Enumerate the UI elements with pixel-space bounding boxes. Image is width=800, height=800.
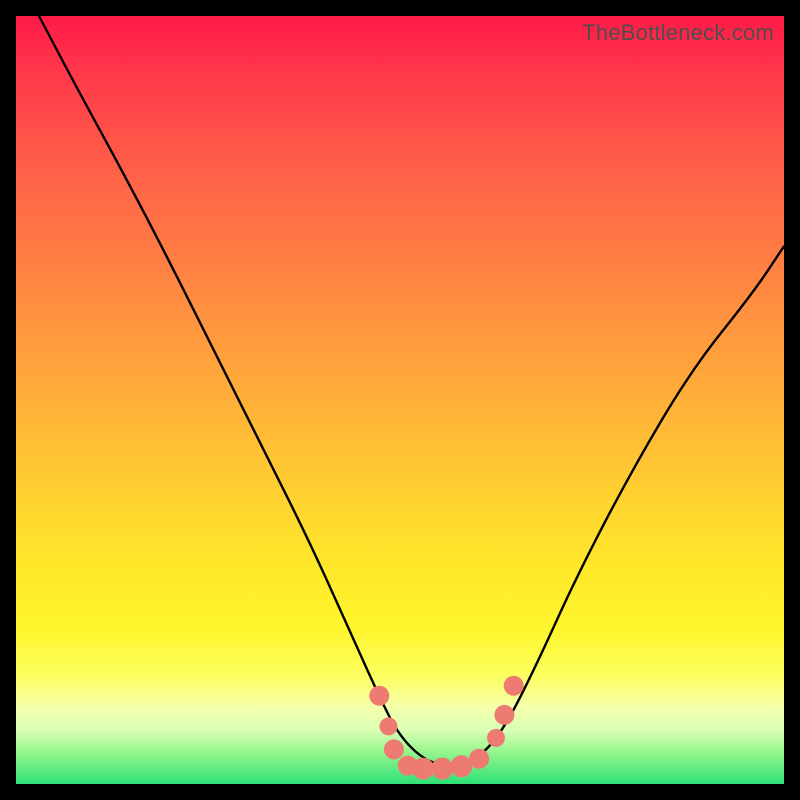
bottleneck-curve: [39, 16, 784, 765]
highlight-dot: [504, 676, 524, 696]
highlight-dot: [380, 717, 398, 735]
highlight-dot: [450, 755, 472, 777]
highlight-dot: [487, 729, 505, 747]
highlight-dot: [412, 758, 434, 780]
chart-frame: TheBottleneck.com: [0, 0, 800, 800]
highlight-dot: [469, 749, 489, 769]
plot-area: TheBottleneck.com: [16, 16, 784, 784]
highlight-dot: [494, 705, 514, 725]
curve-layer: [16, 16, 784, 784]
highlight-dot: [369, 686, 389, 706]
highlight-dots: [369, 676, 523, 780]
highlight-dot: [384, 739, 404, 759]
highlight-dot: [431, 758, 453, 780]
